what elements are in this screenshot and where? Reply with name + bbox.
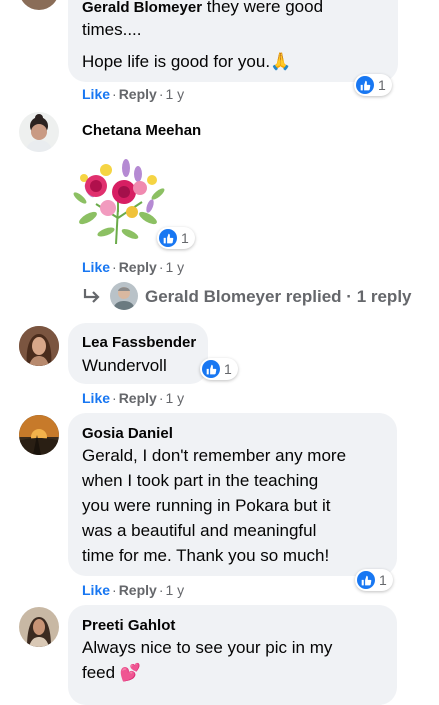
reply-button[interactable]: Reply [119,582,157,598]
comment-bubble: Preeti Gahlot Always nice to see your pi… [68,605,397,705]
comment-bubble: Lea Fassbender Wundervoll [68,323,208,384]
avatar[interactable] [19,415,59,455]
comment-text: feed [82,663,116,682]
comment-author[interactable]: Lea Fassbender [82,334,196,351]
comment-age[interactable]: 1 y [165,582,184,598]
comment-age[interactable]: 1 y [165,259,184,275]
hearts-emoji: 💕 [119,663,141,682]
avatar[interactable] [19,112,59,152]
avatar[interactable] [19,326,59,366]
reaction-count-value: 1 [181,230,189,246]
view-replies-link[interactable]: Gerald Blomeyer replied · 1 reply [145,287,412,307]
reaction-count-value: 1 [378,77,386,93]
reply-button[interactable]: Reply [119,86,157,102]
comment-actions: Like · Reply · 1 y [82,259,185,275]
comment-author[interactable]: Gosia Daniel [82,425,173,442]
reaction-count[interactable]: 1 [157,227,195,249]
like-icon [357,571,375,589]
comment-actions: Like · Reply · 1 y [82,582,185,598]
like-button[interactable]: Like [82,259,110,275]
comment-text: Gerald, I don't remember any more when I… [82,446,347,565]
comment-actions: Like · Reply · 1 y [82,390,185,406]
comment-bubble: Gosia Daniel Gerald, I don't remember an… [68,413,397,576]
reaction-count[interactable]: 1 [355,569,393,591]
reply-arrow-icon [82,287,102,310]
like-button[interactable]: Like [82,582,110,598]
reaction-count[interactable]: 1 [200,358,238,380]
comment-actions: Like · Reply · 1 y [82,86,185,102]
like-button[interactable]: Like [82,86,110,102]
replier-avatar[interactable] [110,282,138,310]
comment-bubble: Gerald Blomeyer they were good times....… [68,0,398,82]
reaction-count-value: 1 [379,572,387,588]
comment-author[interactable]: Chetana Meehan [82,122,201,139]
comment-text: they were good [202,0,324,16]
avatar[interactable] [19,607,59,647]
like-button[interactable]: Like [82,390,110,406]
comment-age[interactable]: 1 y [165,390,184,406]
reaction-count-value: 1 [224,361,232,377]
like-icon [202,360,220,378]
comment-text: Always nice to see your pic in my [82,638,333,657]
reply-button[interactable]: Reply [119,390,157,406]
avatar[interactable] [19,0,59,10]
comment-text: times.... [82,20,142,39]
comment-text: Wundervoll [82,356,167,375]
comment-author[interactable]: Preeti Gahlot [82,617,175,634]
comment-text: Hope life is good for you. [82,52,271,71]
comment-age[interactable]: 1 y [165,86,184,102]
like-icon [159,229,177,247]
comment-author[interactable]: Gerald Blomeyer [82,0,202,16]
reply-button[interactable]: Reply [119,259,157,275]
like-icon [356,76,374,94]
folded-hands-emoji: 🙏 [270,52,292,71]
reaction-count[interactable]: 1 [354,74,392,96]
